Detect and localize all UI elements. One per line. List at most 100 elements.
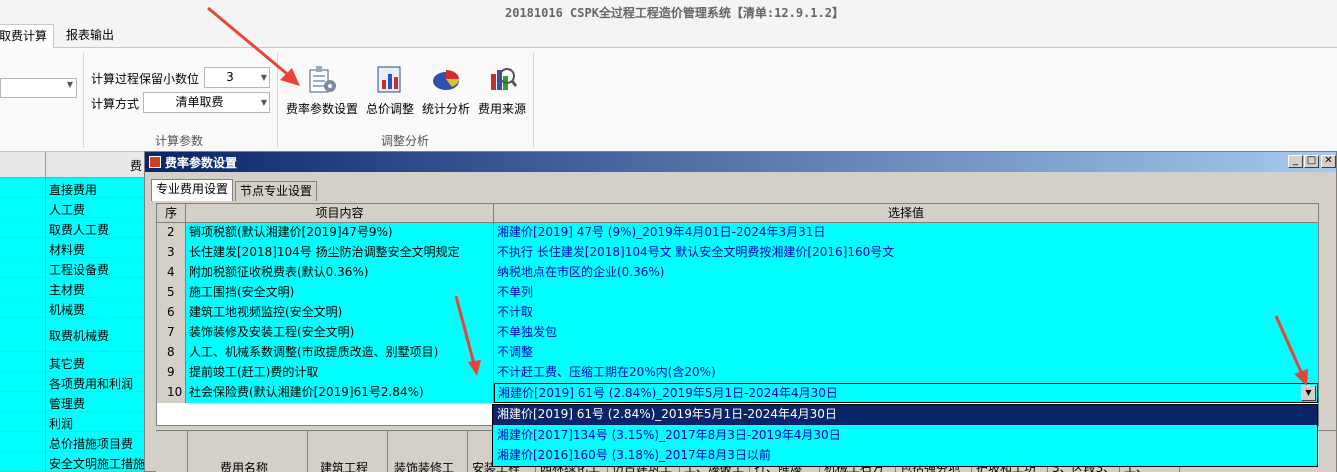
table-row[interactable]: 2 销项税额(默认湘建价[2019]47号9%) 湘建价[2019] 47号 (9%… <box>157 223 1318 243</box>
list-item[interactable]: 管理费 <box>0 392 146 412</box>
left-combo[interactable]: ▼ <box>0 78 77 98</box>
col-header-seq: 序 <box>157 204 186 223</box>
social-insurance-select[interactable]: 湘建价[2019] 61号 (2.84%)_2019年5月1日-2024年4月3… <box>494 383 1318 403</box>
list-item-label: 总价措施项目费 <box>49 437 134 451</box>
list-item-label: 取费人工费 <box>49 223 110 237</box>
annotation-arrow-icon <box>1274 315 1308 386</box>
social-insurance-dropdown: 湘建价[2019] 61号 (2.84%)_2019年5月1日-2024年4月3… <box>492 404 1318 467</box>
list-item-label: 人工费 <box>49 203 86 217</box>
list-item[interactable]: 取费人工费 <box>0 218 146 238</box>
col-header-value: 选择值 <box>887 206 924 220</box>
row-value[interactable]: 纳税地点在市区的企业(0.36%) <box>494 263 1318 283</box>
dialog-app-icon <box>149 156 161 168</box>
dialog-title: 费率参数设置 <box>165 156 238 170</box>
ribbon-divider <box>83 52 84 148</box>
table-row[interactable]: 4 附加税额征收税费表(默认0.36%) 纳税地点在市区的企业(0.36%) <box>157 263 1318 283</box>
stats-analysis-label: 统计分析 <box>421 102 470 116</box>
total-adjust-button[interactable]: 总价调整 <box>364 64 416 120</box>
table-row[interactable]: 7 装饰装修及安装工程(安全文明) 不单独发包 <box>157 323 1318 343</box>
row-seq: 4 <box>157 263 186 283</box>
table-row[interactable]: 8 人工、机械系数调整(市政提质改造、别墅项目) 不调整 <box>157 343 1318 363</box>
list-item[interactable]: 利润 <box>0 412 146 432</box>
table-row[interactable]: 3 长住建发[2018]104号 扬尘防治调整安全文明规定 不执行 长住建发[201… <box>157 243 1318 263</box>
annotation-arrow-icon <box>454 295 481 376</box>
list-item[interactable]: 机械费 <box>0 298 146 318</box>
chevron-down-icon: ▼ <box>260 98 267 107</box>
minimize-button[interactable]: _ <box>1288 155 1303 168</box>
row-seq: 5 <box>157 283 186 303</box>
maximize-button[interactable]: □ <box>1304 155 1319 168</box>
row-seq: 7 <box>157 323 186 343</box>
window-title: 20181016 CSPK全过程工程造价管理系统【清单:12.9.1.2】 <box>505 6 844 20</box>
rate-settings-label: 费率参数设置 <box>285 102 358 116</box>
left-header-label: 费 <box>130 159 143 173</box>
table-row[interactable]: 6 建筑工地视频监控(安全文明) 不计取 <box>157 303 1318 323</box>
tab-fee-calc[interactable]: 取费计算 <box>0 24 54 49</box>
fee-source-button[interactable]: 费用来源 <box>476 64 528 120</box>
dialog-title-bar[interactable]: 费率参数设置 _ □ ✕ <box>145 152 1336 172</box>
table-row[interactable]: 10 社会保险费(默认湘建价[2019]61号2.84%) 湘建价[2019] 6… <box>157 383 1318 403</box>
row-value[interactable]: 不调整 <box>494 343 1318 363</box>
stats-analysis-button[interactable]: 统计分析 <box>420 64 472 120</box>
row-value[interactable]: 不执行 长住建发[2018]104号文 默认安全文明费按湘建价[2016]160… <box>494 243 1318 263</box>
row-value[interactable]: 不单独发包 <box>494 323 1318 343</box>
bottom-col: 费用名称 <box>188 431 308 472</box>
list-item-label: 材料费 <box>49 243 86 257</box>
pie-chart-icon <box>433 70 460 90</box>
close-button[interactable]: ✕ <box>1321 155 1336 168</box>
rate-params-grid: 序 项目内容 选择值 2 销项税额(默认湘建价[2019]47号9%) 湘建价[20… <box>156 203 1319 426</box>
row-value[interactable]: 不计取 <box>494 303 1318 323</box>
row-seq: 10 <box>157 383 186 403</box>
bottom-col-label: 装饰装修工 <box>394 461 455 472</box>
decimal-label: 计算过程保留小数位 <box>91 72 200 86</box>
bottom-col-label: 建筑工程 <box>320 461 369 472</box>
ribbon-divider <box>533 52 534 148</box>
list-item[interactable]: 各项费用和利润 <box>0 372 146 392</box>
tab-report-output[interactable]: 报表输出 <box>60 24 130 48</box>
table-row[interactable]: 5 施工围挡(安全文明) 不单列 <box>157 283 1318 303</box>
dropdown-option[interactable]: 湘建价[2019] 61号 (2.84%)_2019年5月1日-2024年4月3… <box>493 405 1317 425</box>
tab-node-professional[interactable]: 节点专业设置 <box>235 181 318 201</box>
list-item-label: 其它费 <box>49 357 86 371</box>
list-item[interactable]: 安全文明施工措施 <box>0 452 146 472</box>
row-seq: 2 <box>157 223 186 243</box>
left-header-cell <box>0 152 46 178</box>
list-item-label: 利润 <box>49 417 74 431</box>
list-item-label: 各项费用和利润 <box>49 377 134 391</box>
row-value[interactable]: 湘建价[2019] 47号 (9%)_2019年4月01日-2024年3月31日 <box>494 223 1318 243</box>
list-item[interactable]: 总价措施项目费 <box>0 432 146 452</box>
list-item[interactable]: 主材费 <box>0 278 146 298</box>
list-item[interactable]: 直接费用 <box>0 178 146 198</box>
list-item[interactable]: 材料费 <box>0 238 146 258</box>
fee-source-icon <box>491 68 518 90</box>
row-item: 附加税额征收税费表(默认0.36%) <box>186 263 494 283</box>
list-item-label: 机械费 <box>49 303 86 317</box>
row-seq: 6 <box>157 303 186 323</box>
left-fee-list: 直接费用 人工费 取费人工费 材料费 工程设备费 主材费 机械费 取费机械费 其… <box>0 178 146 472</box>
rate-settings-icon <box>309 66 336 93</box>
list-item-label: 工程设备费 <box>49 263 110 277</box>
table-row[interactable]: 9 提前竣工(赶工)费的计取 不计赶工费、压缩工期在20%内(含20%) <box>157 363 1318 383</box>
row-value[interactable]: 不单列 <box>494 283 1318 303</box>
row-value: 湘建价[2019] 61号 (2.84%)_2019年5月1日-2024年4月3… <box>498 386 838 400</box>
row-seq: 3 <box>157 243 186 263</box>
method-label: 计算方式 <box>91 97 140 111</box>
list-item[interactable]: 取费机械费 <box>0 318 146 352</box>
list-item[interactable]: 人工费 <box>0 198 146 218</box>
fee-source-label: 费用来源 <box>477 102 526 116</box>
row-value[interactable]: 不计赶工费、压缩工期在20%内(含20%) <box>494 363 1318 383</box>
dropdown-option[interactable]: 湘建价[2016]160号 (3.18%)_2017年8月3日以前 <box>493 446 1317 466</box>
bottom-col: 建筑工程 <box>308 431 388 472</box>
row-seq: 9 <box>157 363 186 383</box>
dropdown-option[interactable]: 湘建价[2017]134号 (3.15%)_2017年8月3日-2019年4月3… <box>493 426 1317 446</box>
row-item: 社会保险费(默认湘建价[2019]61号2.84%) <box>186 383 494 403</box>
calc-method-select[interactable]: 清单取费 ▼ <box>143 92 270 113</box>
list-item-label: 安全文明施工措施 <box>49 457 146 471</box>
list-item[interactable]: 其它费 <box>0 352 146 372</box>
list-item-label: 直接费用 <box>49 183 98 197</box>
list-item[interactable]: 工程设备费 <box>0 258 146 278</box>
list-item-label: 主材费 <box>49 283 86 297</box>
chevron-down-icon: ▼ <box>66 80 73 89</box>
bottom-col <box>156 431 188 472</box>
tab-professional-fee[interactable]: 专业费用设置 <box>151 179 234 201</box>
